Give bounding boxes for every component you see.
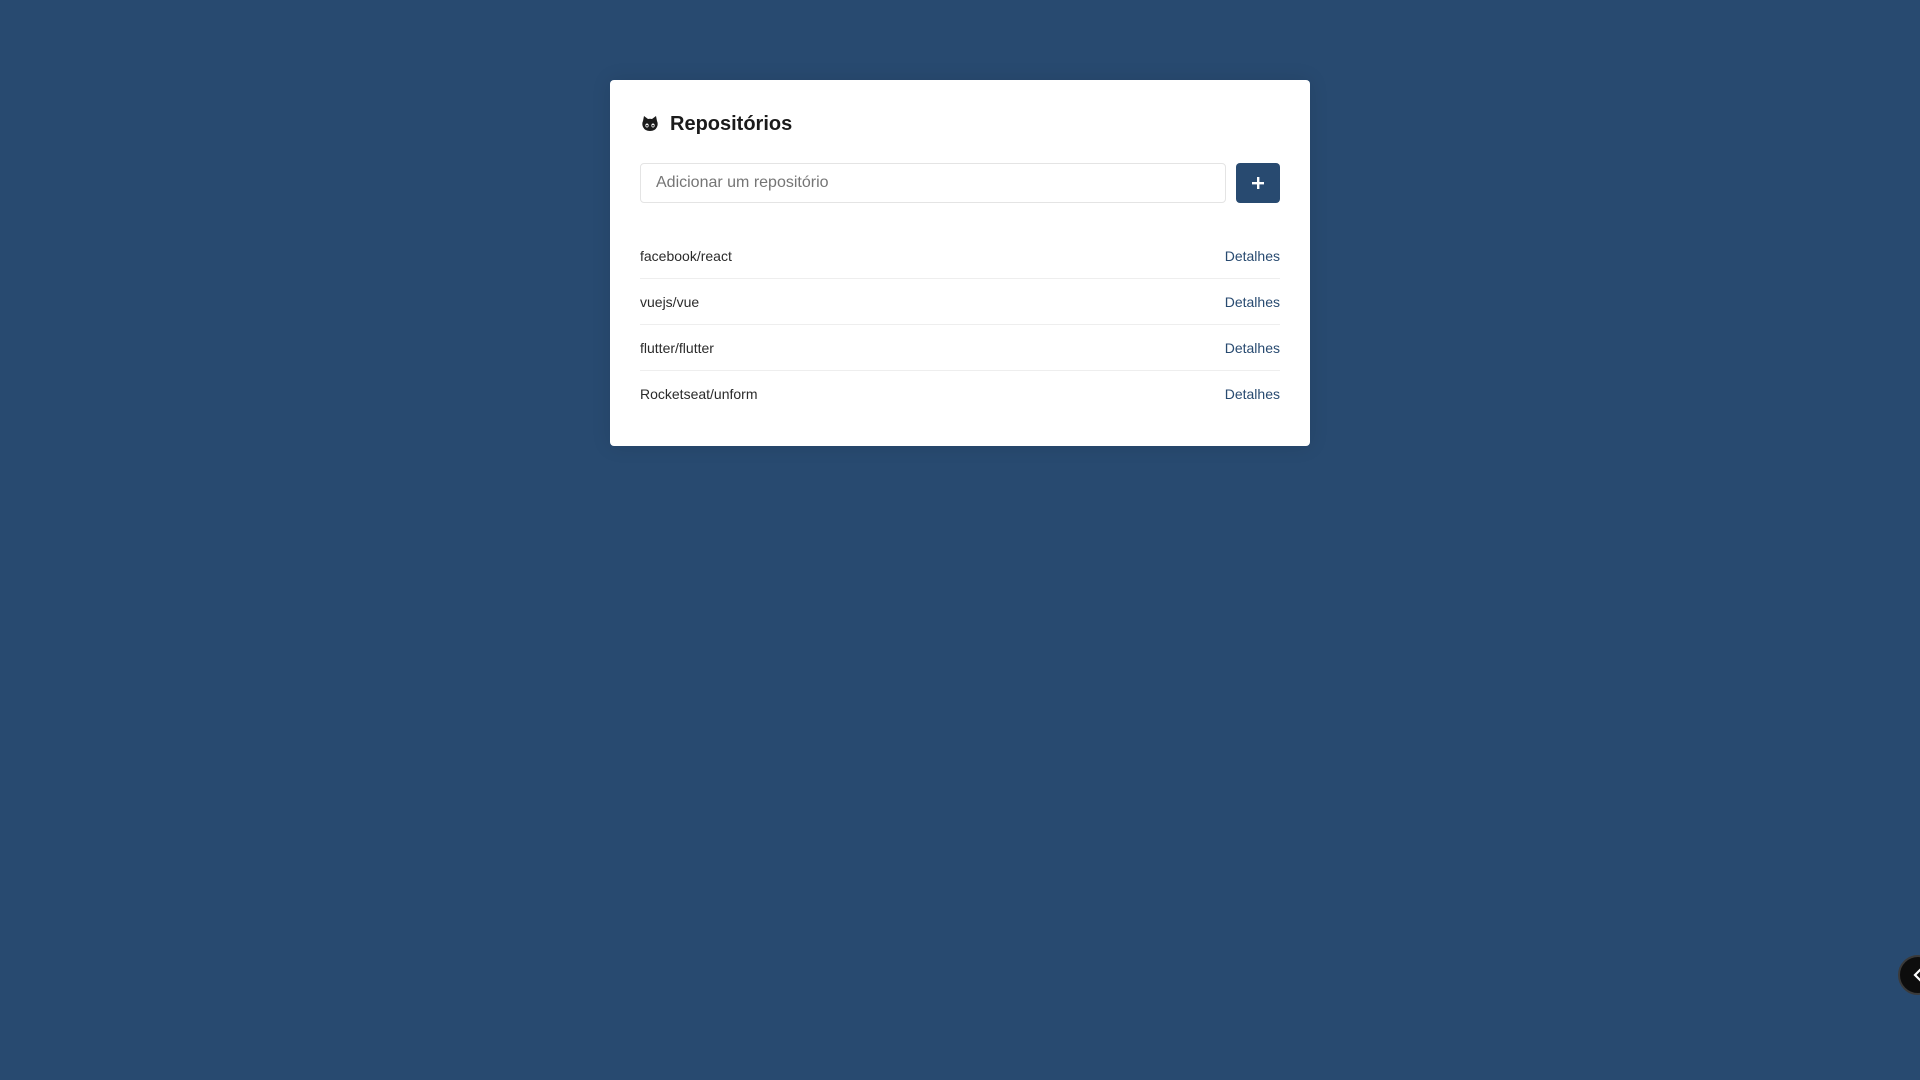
list-item: vuejs/vue Detalhes: [640, 278, 1280, 324]
repository-name: flutter/flutter: [640, 339, 714, 356]
floating-toggle-button[interactable]: [1898, 955, 1920, 995]
plus-icon: [1251, 176, 1265, 190]
repository-name: facebook/react: [640, 247, 732, 264]
list-item: facebook/react Detalhes: [640, 233, 1280, 278]
details-link[interactable]: Detalhes: [1225, 248, 1280, 264]
chevron-left-icon: [1912, 968, 1920, 982]
page-title: Repositórios: [670, 112, 793, 135]
list-item: Rocketseat/unform Detalhes: [640, 370, 1280, 416]
add-repository-button[interactable]: [1236, 163, 1280, 203]
details-link[interactable]: Detalhes: [1225, 386, 1280, 402]
list-item: flutter/flutter Detalhes: [640, 324, 1280, 370]
details-link[interactable]: Detalhes: [1225, 340, 1280, 356]
repository-list: facebook/react Detalhes vuejs/vue Detalh…: [640, 233, 1280, 416]
add-repository-form: [640, 163, 1280, 203]
page-header: Repositórios: [640, 110, 1280, 138]
details-link[interactable]: Detalhes: [1225, 294, 1280, 310]
repository-name: vuejs/vue: [640, 293, 700, 310]
repositories-card: Repositórios facebook/react Detalhes vue…: [610, 80, 1310, 446]
github-icon: [640, 114, 660, 134]
repository-input[interactable]: [640, 163, 1226, 203]
repository-name: Rocketseat/unform: [640, 385, 758, 402]
